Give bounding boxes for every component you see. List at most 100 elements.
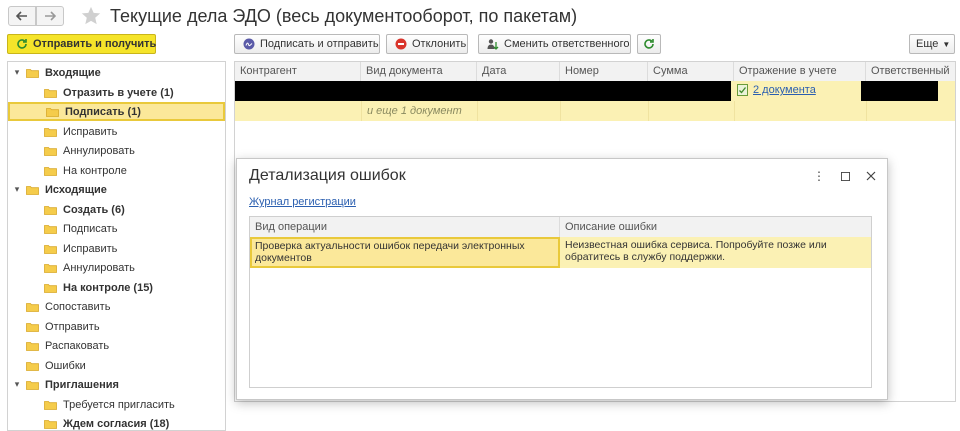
- chevron-down-icon: ▼: [942, 39, 951, 49]
- column-header[interactable]: Ответственный: [866, 62, 955, 81]
- column-header[interactable]: Контрагент: [235, 62, 361, 81]
- reject-label: Отклонить: [412, 38, 467, 50]
- redacted-area: [235, 81, 731, 101]
- table-row[interactable]: [235, 81, 955, 101]
- sidebar-item-label: Подписать (1): [65, 105, 141, 118]
- sidebar-item-label: Исправить: [63, 242, 118, 255]
- sidebar-item[interactable]: Аннулировать: [8, 258, 225, 277]
- sidebar-item-label: На контроле: [63, 164, 127, 177]
- folder-icon: [44, 244, 57, 254]
- maximize-icon[interactable]: [838, 169, 852, 183]
- sidebar-item[interactable]: Отправить: [8, 317, 225, 336]
- folder-icon: [44, 127, 57, 137]
- sidebar-item[interactable]: Подписать (1): [8, 102, 225, 121]
- refresh-icon: [17, 39, 27, 49]
- sidebar-item-label: Подписать: [63, 222, 118, 235]
- expand-toggle-icon[interactable]: ▾: [12, 67, 22, 78]
- column-header[interactable]: Номер: [560, 62, 648, 81]
- sidebar-item[interactable]: Подписать: [8, 219, 225, 238]
- refresh-button[interactable]: [637, 34, 661, 54]
- folder-icon: [44, 88, 57, 98]
- sidebar-item[interactable]: Ошибки: [8, 356, 225, 375]
- back-button[interactable]: [8, 6, 36, 26]
- folder-icon: [26, 361, 39, 371]
- folder-icon: [46, 107, 59, 117]
- sidebar-item-label: Отразить в учете (1): [63, 86, 174, 99]
- send-receive-button[interactable]: Отправить и получить: [7, 34, 156, 54]
- more-button[interactable]: Еще ▼: [909, 34, 955, 54]
- documents-link[interactable]: 2 документа: [753, 84, 816, 96]
- sidebar-item[interactable]: Аннулировать: [8, 141, 225, 160]
- sidebar-item-label: Отправить: [45, 320, 100, 333]
- sign-send-button[interactable]: Подписать и отправить: [234, 34, 380, 54]
- expand-toggle-icon[interactable]: ▾: [12, 379, 22, 390]
- sidebar-item[interactable]: На контроле (15): [8, 278, 225, 297]
- more-label: Еще: [916, 38, 939, 50]
- sidebar-item-label: Создать (6): [63, 203, 125, 216]
- favorite-star-icon[interactable]: [80, 5, 102, 27]
- arrow-left-icon: [16, 11, 27, 21]
- sidebar-item[interactable]: Ждем согласия (18): [8, 414, 225, 430]
- sidebar-item[interactable]: ▾ Входящие: [8, 63, 225, 82]
- sidebar-item-label: Ошибки: [45, 359, 86, 372]
- sidebar-item[interactable]: Распаковать: [8, 336, 225, 355]
- change-responsible-button[interactable]: Сменить ответственного: [478, 34, 631, 54]
- folder-icon: [26, 322, 39, 332]
- folder-icon: [26, 302, 39, 312]
- column-header[interactable]: Вид операции: [250, 217, 560, 237]
- sidebar-item-label: Сопоставить: [45, 300, 111, 313]
- sidebar-item-label: Исходящие: [45, 183, 107, 196]
- journal-link[interactable]: Журнал регистрации: [249, 196, 356, 208]
- close-icon[interactable]: [864, 169, 878, 183]
- column-header[interactable]: Описание ошибки: [560, 217, 871, 237]
- operation-cell[interactable]: Проверка актуальности ошибок передачи эл…: [250, 237, 560, 268]
- sidebar-item[interactable]: ▾ Исходящие: [8, 180, 225, 199]
- reject-icon: [395, 38, 407, 50]
- send-receive-label: Отправить и получить: [33, 38, 157, 50]
- accounting-link[interactable]: 2 документа: [737, 84, 816, 96]
- change-user-icon: [487, 39, 499, 50]
- expand-toggle-icon[interactable]: ▾: [12, 184, 22, 195]
- signature-icon: [243, 38, 255, 50]
- table-row[interactable]: [235, 101, 955, 121]
- sidebar-item[interactable]: Отразить в учете (1): [8, 83, 225, 102]
- forward-button[interactable]: [36, 6, 64, 26]
- column-header[interactable]: Отражение в учете: [734, 62, 866, 81]
- column-header[interactable]: Дата: [477, 62, 560, 81]
- folder-icon: [26, 185, 39, 195]
- sidebar-item[interactable]: На контроле: [8, 161, 225, 180]
- folder-icon: [44, 283, 57, 293]
- page-title: Текущие дела ЭДО (весь документооборот, …: [110, 6, 578, 26]
- sidebar-item[interactable]: Создать (6): [8, 200, 225, 219]
- reject-button[interactable]: Отклонить: [386, 34, 468, 54]
- arrow-right-icon: [45, 11, 56, 21]
- sidebar-item[interactable]: ▾ Приглашения: [8, 375, 225, 394]
- sidebar-item[interactable]: Исправить: [8, 239, 225, 258]
- sidebar-item-label: Аннулировать: [63, 144, 135, 157]
- sidebar-item-label: Приглашения: [45, 378, 119, 391]
- table-row[interactable]: Проверка актуальности ошибок передачи эл…: [250, 237, 871, 268]
- sidebar-tree[interactable]: ▾ Входящие Отразить в учете (1) Подписать (…: [7, 61, 226, 431]
- more-documents-note: и еще 1 документ: [367, 105, 462, 117]
- sidebar-item[interactable]: Сопоставить: [8, 297, 225, 316]
- description-cell[interactable]: Неизвестная ошибка сервиса. Попробуйте п…: [560, 237, 871, 268]
- errors-table[interactable]: Вид операции Описание ошибки Проверка ак…: [249, 216, 872, 388]
- sidebar-item[interactable]: Требуется пригласить: [8, 395, 225, 414]
- column-header[interactable]: Вид документа: [361, 62, 477, 81]
- more-vertical-icon[interactable]: ⋮: [812, 169, 826, 183]
- folder-icon: [44, 166, 57, 176]
- sidebar-item-label: Требуется пригласить: [63, 398, 175, 411]
- column-header[interactable]: Сумма: [648, 62, 734, 81]
- folder-icon: [26, 68, 39, 78]
- table-header: Контрагент Вид документа Дата Номер Сумм…: [235, 62, 955, 82]
- sidebar-item-label: Исправить: [63, 125, 118, 138]
- sidebar-item-label: Входящие: [45, 66, 101, 79]
- dialog-title: Детализация ошибок: [249, 167, 406, 184]
- folder-icon: [44, 400, 57, 410]
- document-icon: [737, 84, 748, 96]
- sidebar-item-label: Ждем согласия (18): [63, 417, 170, 430]
- folder-icon: [26, 380, 39, 390]
- sidebar-item-label: На контроле (15): [63, 281, 153, 294]
- error-details-dialog: Детализация ошибок ⋮ Журнал регистрации …: [236, 158, 888, 400]
- sidebar-item[interactable]: Исправить: [8, 122, 225, 141]
